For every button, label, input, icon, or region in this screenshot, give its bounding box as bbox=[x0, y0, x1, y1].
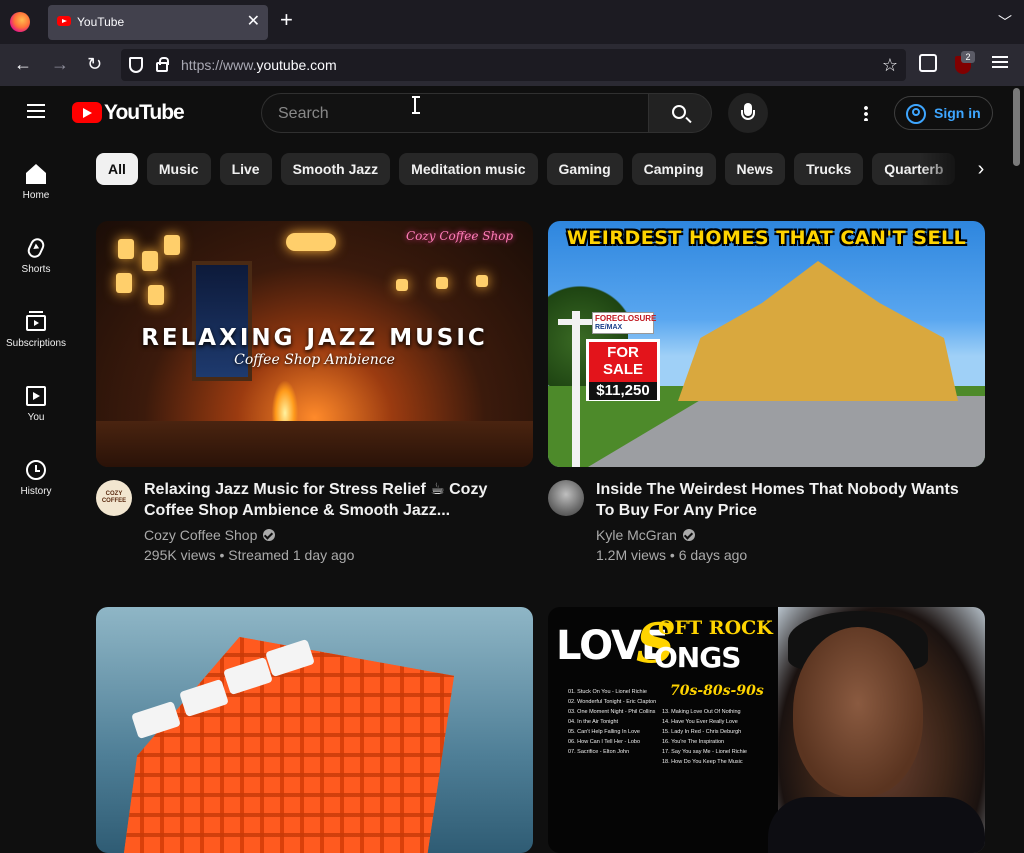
youtube-logo-icon[interactable] bbox=[72, 102, 102, 123]
video-title[interactable]: Inside The Weirdest Homes That Nobody Wa… bbox=[596, 479, 976, 521]
bookmark-star-icon[interactable]: ☆ bbox=[882, 55, 898, 76]
thumbnail-subtitle: Coffee Shop Ambience bbox=[234, 352, 395, 368]
search-input[interactable] bbox=[278, 103, 618, 125]
thumbnail-era: 70s-80s-90s bbox=[670, 683, 764, 699]
channel-avatar[interactable]: COZY COFFEE bbox=[96, 480, 132, 516]
sidebar-item-label: Subscriptions bbox=[5, 338, 67, 349]
home-icon bbox=[26, 164, 46, 184]
neon-sign: Cozy Coffee Shop bbox=[406, 229, 514, 243]
sidebar-item-label: History bbox=[20, 486, 52, 497]
youtube-favicon-icon bbox=[57, 16, 71, 26]
tab-list-icon[interactable]: ﹀ bbox=[998, 12, 1012, 32]
tab-youtube[interactable]: YouTube ✕ bbox=[48, 5, 268, 40]
youtube-wordmark[interactable]: YouTube bbox=[104, 101, 185, 125]
sidebar-item-shorts[interactable]: Shorts bbox=[0, 226, 72, 300]
fireplace bbox=[272, 381, 298, 421]
search-button[interactable] bbox=[648, 93, 712, 133]
sign-in-button[interactable]: Sign in bbox=[894, 96, 993, 130]
track-list-left: 01. Stuck On You - Lionel Richie 02. Won… bbox=[568, 689, 657, 755]
channel-name[interactable]: Cozy Coffee Shop bbox=[144, 527, 276, 543]
verified-badge-icon bbox=[682, 529, 695, 541]
account-icon bbox=[906, 104, 926, 124]
sign-in-label: Sign in bbox=[934, 105, 981, 121]
track-list-right: 13. Making Love Out Of Nothing 14. Have … bbox=[662, 709, 747, 765]
text-cursor-icon bbox=[412, 96, 420, 114]
avatar-label: COZY COFFEE bbox=[101, 491, 127, 504]
sidebar-item-label: Shorts bbox=[21, 264, 51, 275]
app-menu-icon[interactable] bbox=[992, 56, 1008, 68]
thumbnail-title: WEIRDEST HOMES THAT CAN'T SELL bbox=[566, 227, 967, 249]
for-sale-sign: FOR SALE $11,250 bbox=[586, 339, 660, 401]
chip-smooth-jazz[interactable]: Smooth Jazz bbox=[280, 153, 391, 185]
browser-nav-bar: ← → ↻ https://www.youtube.com ☆ bbox=[0, 44, 1024, 86]
filter-chip-bar: All Music Live Smooth Jazz Meditation music G… bbox=[96, 153, 966, 185]
sidebar-item-history[interactable]: History bbox=[0, 448, 72, 522]
you-icon bbox=[26, 386, 46, 406]
video-thumbnail[interactable]: WEIRDEST HOMES THAT CAN'T SELL FORECLOSU… bbox=[548, 221, 985, 467]
thumbnail-title: RELAXING JAZZ MUSIC bbox=[141, 325, 488, 351]
chip-news[interactable]: News bbox=[724, 153, 786, 185]
chip-meditation-music[interactable]: Meditation music bbox=[399, 153, 538, 185]
channel-name[interactable]: Kyle McGran bbox=[596, 527, 695, 543]
sidebar-item-label: You bbox=[27, 412, 45, 423]
verified-badge-icon bbox=[263, 529, 276, 541]
browser-tab-bar: YouTube ✕ + ﹀ bbox=[0, 0, 1024, 44]
guide-menu-icon[interactable] bbox=[27, 104, 45, 118]
shield-icon[interactable] bbox=[129, 57, 143, 73]
chip-music[interactable]: Music bbox=[146, 153, 211, 185]
tab-title: YouTube bbox=[77, 15, 125, 29]
url-text[interactable]: https://www.youtube.com bbox=[181, 57, 337, 73]
url-bar[interactable]: https://www.youtube.com ☆ bbox=[121, 49, 906, 81]
subscriptions-icon bbox=[26, 311, 46, 331]
chip-trucks[interactable]: Trucks bbox=[794, 153, 864, 185]
tab-close-icon[interactable]: ✕ bbox=[247, 11, 260, 31]
thumbnail-title-songs: ONGS bbox=[654, 641, 741, 674]
firefox-logo-icon[interactable] bbox=[10, 12, 30, 32]
back-icon[interactable]: ← bbox=[14, 53, 32, 75]
video-metadata: 1.2M views • 6 days ago bbox=[596, 547, 748, 563]
lock-icon[interactable] bbox=[156, 57, 169, 72]
extensions-icon[interactable] bbox=[919, 54, 937, 72]
pyramid-house bbox=[678, 261, 958, 401]
video-metadata: 295K views • Streamed 1 day ago bbox=[144, 547, 355, 563]
channel-avatar[interactable] bbox=[548, 480, 584, 516]
chip-all[interactable]: All bbox=[96, 153, 138, 185]
new-tab-icon[interactable]: + bbox=[280, 9, 293, 31]
extension-badge: 2 bbox=[961, 51, 975, 63]
reload-icon[interactable]: ↻ bbox=[87, 53, 102, 75]
history-icon bbox=[26, 460, 46, 480]
video-thumbnail[interactable]: LOVE S OFT ROCK ONGS 70s-80s-90s 01. Stu… bbox=[548, 607, 985, 853]
search-icon bbox=[672, 105, 686, 119]
video-thumbnail[interactable] bbox=[96, 607, 533, 853]
shorts-icon bbox=[25, 235, 47, 261]
chip-camping[interactable]: Camping bbox=[631, 153, 716, 185]
chevron-right-icon[interactable]: › bbox=[966, 155, 996, 185]
forward-icon[interactable]: → bbox=[51, 53, 69, 75]
scrollbar-thumb[interactable] bbox=[1013, 88, 1020, 166]
page-scrollbar[interactable] bbox=[1013, 86, 1020, 768]
search-box bbox=[261, 93, 649, 133]
voice-search-button[interactable] bbox=[728, 93, 768, 133]
video-thumbnail[interactable]: Cozy Coffee Shop RELAXING JAZZ MUSIC Cof… bbox=[96, 221, 533, 467]
foreclosure-sign: FORECLOSURE RE/MAX bbox=[592, 312, 656, 334]
singer-photo bbox=[793, 627, 923, 797]
thumbnail-soft-rock: OFT ROCK bbox=[658, 617, 773, 639]
sidebar-item-subscriptions[interactable]: Subscriptions bbox=[0, 300, 72, 374]
video-title[interactable]: Relaxing Jazz Music for Stress Relief ☕ … bbox=[144, 479, 524, 521]
chip-live[interactable]: Live bbox=[219, 153, 272, 185]
chip-gaming[interactable]: Gaming bbox=[546, 153, 623, 185]
sidebar-item-home[interactable]: Home bbox=[0, 152, 72, 226]
sidebar-item-label: Home bbox=[22, 190, 50, 201]
settings-kebab-icon[interactable] bbox=[864, 105, 868, 121]
sidebar-item-you[interactable]: You bbox=[0, 374, 72, 448]
